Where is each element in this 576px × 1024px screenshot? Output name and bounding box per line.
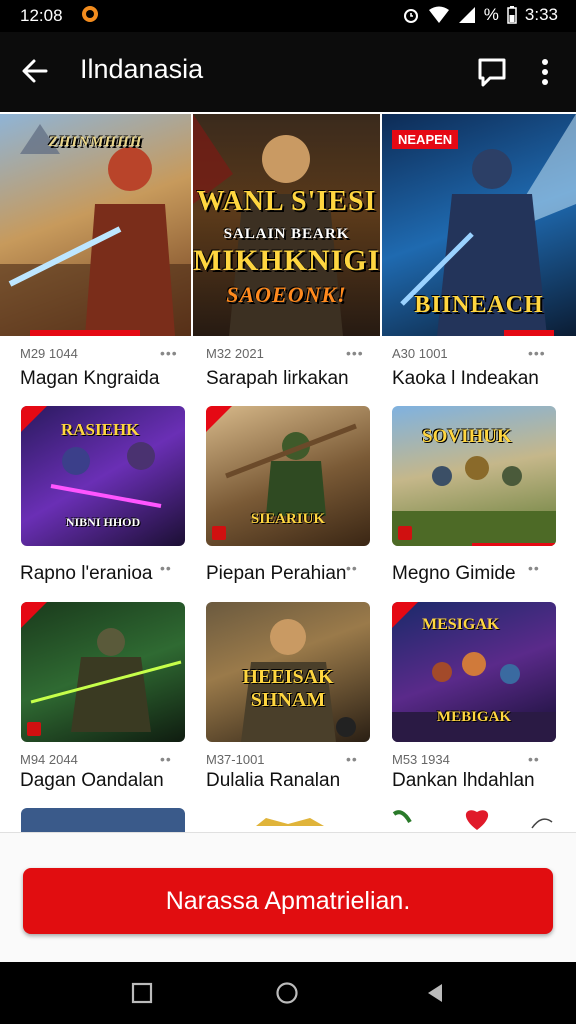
thumbnail-progress [472, 543, 556, 546]
item-meta: M94 2044 [20, 752, 78, 767]
status-bar: 12:08 % 3:33 [0, 0, 576, 32]
item-title[interactable]: Sarapah lirkakan [206, 368, 349, 390]
partial-thumbnail[interactable] [392, 808, 556, 832]
more-dots-icon[interactable]: ••• [160, 345, 178, 361]
battery-icon [507, 6, 517, 24]
status-icons: % 3:33 [402, 5, 558, 25]
battery-percent: % [483, 5, 499, 24]
play-badge-icon [27, 722, 41, 736]
heart-icon [392, 810, 553, 830]
featured-card-2-subtitle: SALAIN BEARK [223, 226, 350, 242]
featured-card-2[interactable]: WANL S'IESI SALAIN BEARK MIKHKNIGI SAOEO… [193, 114, 380, 336]
signal-icon [458, 7, 475, 23]
notification-app-icon [82, 6, 98, 22]
thumbnail-corner-badge [21, 406, 47, 432]
featured-row: ZHINMHHH WANL S'IESI SALAIN BEARK MIKHKN… [0, 114, 576, 336]
more-dots-icon[interactable]: •• [346, 751, 358, 767]
thumbnail-label-top: RASIEHK [61, 420, 140, 439]
item-meta: M37-1001 [206, 752, 265, 767]
thumbnail-label: NIBNI HHOD [65, 515, 141, 529]
more-dots-icon[interactable]: •• [346, 560, 358, 576]
thumbnail-label-top: MESIGAK [422, 616, 500, 633]
game-thumbnail[interactable]: RASIEHK NIBNI HHOD [21, 406, 185, 546]
featured-card-2-headline: MIKHKNIGI [193, 244, 380, 277]
featured-card-3-progress [504, 330, 554, 336]
thumbnail-label: SOVIHUK [422, 426, 512, 447]
more-dots-icon[interactable]: ••• [528, 345, 546, 361]
item-title[interactable]: Megno Gimide [392, 563, 516, 585]
game-thumbnail[interactable] [21, 602, 185, 742]
wifi-icon [428, 6, 449, 23]
thumbnail-label: HEEISAK SHNAM [242, 666, 334, 711]
game-thumbnail[interactable]: SIEARIUK [206, 406, 370, 546]
item-meta: M32 2021 [206, 346, 264, 361]
thumbnail-label: MEBIGAK [436, 709, 512, 725]
item-meta: A30 1001 [392, 346, 448, 361]
item-title[interactable]: Rapno l'eranioa [20, 563, 153, 585]
featured-card-2-tagline: SAOEONK! [226, 282, 347, 307]
more-dots-icon[interactable]: •• [528, 560, 540, 576]
featured-card-1-title: ZHINMHHH [48, 134, 143, 150]
featured-card-1[interactable]: ZHINMHHH [0, 114, 191, 336]
app-bar: Ilndanasia [0, 32, 576, 112]
game-thumbnail[interactable]: SOVIHUK [392, 406, 556, 546]
thumbnail-corner-badge [392, 602, 418, 628]
item-title[interactable]: Dankan lhdahlan [392, 770, 535, 792]
chat-icon[interactable] [474, 54, 510, 90]
play-badge-icon [212, 526, 226, 540]
home-icon[interactable] [276, 982, 298, 1004]
game-thumbnail[interactable]: MESIGAK MEBIGAK [392, 602, 556, 742]
item-meta: M29 1044 [20, 346, 78, 361]
page-title: Ilndanasia [80, 54, 204, 84]
recent-apps-icon[interactable] [131, 982, 153, 1004]
featured-card-1-progress [30, 330, 140, 336]
featured-card-3-badge: NEAPEN [392, 130, 459, 149]
alarm-icon [403, 9, 418, 23]
thumbnail-corner-badge [21, 602, 47, 628]
status-time: 12:08 [20, 6, 63, 25]
play-badge-icon [398, 526, 412, 540]
item-title[interactable]: Dulalia Ranalan [206, 770, 340, 792]
more-dots-icon[interactable]: ••• [346, 345, 364, 361]
thumbnail-label: SIEARIUK [250, 511, 326, 527]
crown-icon [256, 818, 324, 826]
partial-thumbnail[interactable] [21, 808, 185, 832]
featured-card-3-title: BIINEACH [414, 292, 544, 318]
item-meta: M53 1934 [392, 752, 450, 767]
item-title[interactable]: Piepan Perahian [206, 563, 347, 585]
more-dots-icon[interactable]: •• [160, 751, 172, 767]
featured-card-2-title: WANL S'IESI [196, 186, 377, 217]
item-title[interactable]: Dagan Oandalan [20, 770, 164, 792]
more-options-icon[interactable] [530, 54, 560, 90]
featured-card-3[interactable]: NEAPEN BIINEACH [382, 114, 576, 336]
item-title[interactable]: Magan Kngraida [20, 368, 159, 390]
primary-action-button[interactable]: Narassa Apmatrielian. [23, 868, 553, 934]
back-arrow-icon[interactable] [18, 54, 52, 88]
system-navigation-bar [0, 962, 576, 1024]
more-dots-icon[interactable]: •• [160, 560, 172, 576]
partial-thumbnail[interactable] [206, 808, 370, 832]
back-icon[interactable] [424, 982, 446, 1004]
thumbnail-corner-badge [206, 406, 232, 432]
item-title[interactable]: Kaoka l Indeakan [392, 368, 539, 390]
game-thumbnail[interactable]: HEEISAK SHNAM [206, 602, 370, 742]
more-dots-icon[interactable]: •• [528, 751, 540, 767]
status-clock: 3:33 [524, 5, 558, 24]
